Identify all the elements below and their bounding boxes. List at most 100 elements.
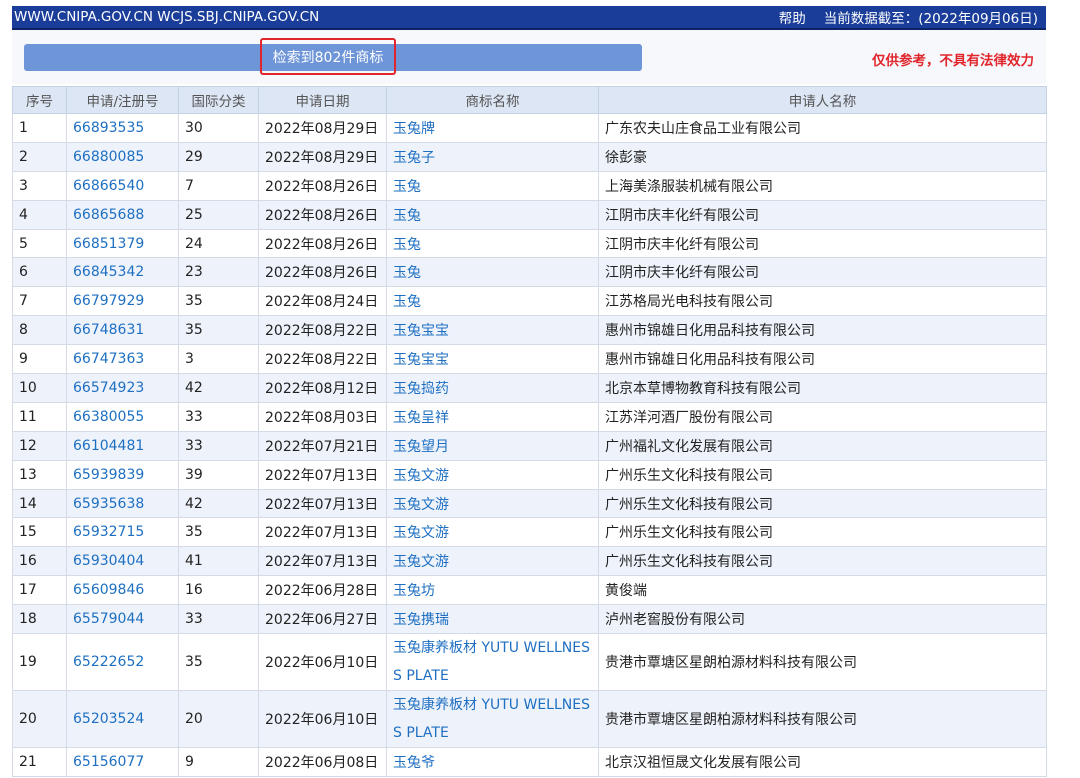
date-cell: 2022年08月29日 xyxy=(258,141,387,172)
mark-name-link[interactable]: 玉兔文游 xyxy=(386,517,599,548)
applicant-cell: 广州乐生文化科技有限公司 xyxy=(598,517,1047,548)
class-cell: 33 xyxy=(178,430,259,461)
reg-number-link[interactable]: 66797929 xyxy=(66,286,179,317)
date-cell: 2022年07月13日 xyxy=(258,517,387,548)
reg-number-link[interactable]: 65932715 xyxy=(66,517,179,548)
reg-number-link[interactable]: 66880085 xyxy=(66,141,179,172)
column-header-date[interactable]: 申请日期 xyxy=(258,86,387,114)
mark-name-link[interactable]: 玉兔宝宝 xyxy=(386,344,599,375)
table-row: 16 65930404 41 2022年07月13日 玉兔文游 广州乐生文化科技有限公司 xyxy=(12,546,1047,577)
reg-number-link[interactable]: 66747363 xyxy=(66,344,179,375)
mark-name-link[interactable]: 玉兔爷 xyxy=(386,747,599,777)
applicant-cell: 江阴市庆丰化纤有限公司 xyxy=(598,199,1047,230)
applicant-cell: 惠州市锦雄日化用品科技有限公司 xyxy=(598,315,1047,346)
mark-name-link[interactable]: 玉兔 xyxy=(386,199,599,230)
class-cell: 30 xyxy=(178,113,259,143)
table-row: 14 65935638 42 2022年07月13日 玉兔文游 广州乐生文化科技有限公司 xyxy=(12,488,1047,519)
date-cell: 2022年08月26日 xyxy=(258,257,387,288)
trademark-results-table: 序号 申请/注册号 国际分类 申请日期 商标名称 申请人名称 1 66893535… xyxy=(12,86,1047,777)
class-cell: 7 xyxy=(178,170,259,201)
date-cell: 2022年06月10日 xyxy=(258,633,387,692)
reg-number-link[interactable]: 65935638 xyxy=(66,488,179,519)
reg-number-link[interactable]: 66865688 xyxy=(66,199,179,230)
mark-name-link[interactable]: 玉兔 xyxy=(386,257,599,288)
mark-name-link[interactable]: 玉兔坊 xyxy=(386,575,599,606)
row-index: 2 xyxy=(12,141,67,172)
class-cell: 35 xyxy=(178,286,259,317)
reg-number-link[interactable]: 65579044 xyxy=(66,604,179,635)
reg-number-link[interactable]: 66748631 xyxy=(66,315,179,346)
column-header-index[interactable]: 序号 xyxy=(12,86,67,114)
applicant-cell: 江阴市庆丰化纤有限公司 xyxy=(598,228,1047,259)
mark-name-link[interactable]: 玉兔子 xyxy=(386,141,599,172)
reg-number-link[interactable]: 66851379 xyxy=(66,228,179,259)
mark-name-link[interactable]: 玉兔文游 xyxy=(386,488,599,519)
table-row: 6 66845342 23 2022年08月26日 玉兔 江阴市庆丰化纤有限公司 xyxy=(12,257,1047,288)
table-row: 8 66748631 35 2022年08月22日 玉兔宝宝 惠州市锦雄日化用品科技有限公… xyxy=(12,315,1047,346)
class-cell: 33 xyxy=(178,604,259,635)
column-header-class[interactable]: 国际分类 xyxy=(178,86,259,114)
class-cell: 42 xyxy=(178,488,259,519)
applicant-cell: 广州福礼文化发展有限公司 xyxy=(598,430,1047,461)
reg-number-link[interactable]: 66845342 xyxy=(66,257,179,288)
date-cell: 2022年08月26日 xyxy=(258,228,387,259)
mark-name-link[interactable]: 玉兔宝宝 xyxy=(386,315,599,346)
class-cell: 25 xyxy=(178,199,259,230)
reg-number-link[interactable]: 65203524 xyxy=(66,690,179,749)
column-header-reg-no[interactable]: 申请/注册号 xyxy=(66,86,179,114)
date-cell: 2022年08月24日 xyxy=(258,286,387,317)
table-row: 5 66851379 24 2022年08月26日 玉兔 江阴市庆丰化纤有限公司 xyxy=(12,228,1047,259)
reg-number-link[interactable]: 65609846 xyxy=(66,575,179,606)
mark-name-link[interactable]: 玉兔 xyxy=(386,228,599,259)
reg-number-link[interactable]: 65156077 xyxy=(66,747,179,777)
mark-name-link[interactable]: 玉兔携瑞 xyxy=(386,604,599,635)
mark-name-link[interactable]: 玉兔望月 xyxy=(386,430,599,461)
date-cell: 2022年08月29日 xyxy=(258,113,387,143)
table-row: 12 66104481 33 2022年07月21日 玉兔望月 广州福礼文化发展有限公司 xyxy=(12,430,1047,461)
reg-number-link[interactable]: 65930404 xyxy=(66,546,179,577)
reg-number-link[interactable]: 66866540 xyxy=(66,170,179,201)
column-header-applicant[interactable]: 申请人名称 xyxy=(598,86,1047,114)
table-header-row: 序号 申请/注册号 国际分类 申请日期 商标名称 申请人名称 xyxy=(12,86,1047,114)
mark-name-link[interactable]: 玉兔文游 xyxy=(386,546,599,577)
row-index: 1 xyxy=(12,113,67,143)
reg-number-link[interactable]: 65939839 xyxy=(66,459,179,490)
class-cell: 3 xyxy=(178,344,259,375)
top-bar: WWW.CNIPA.GOV.CN WCJS.SBJ.CNIPA.GOV.CN 帮… xyxy=(12,6,1046,30)
table-row: 10 66574923 42 2022年08月12日 玉兔捣药 北京本草博物教育科技有限公… xyxy=(12,373,1047,403)
mark-name-link[interactable]: 玉兔捣药 xyxy=(386,373,599,403)
reg-number-link[interactable]: 65222652 xyxy=(66,633,179,692)
mark-name-link[interactable]: 玉兔康养板材 YUTU WELLNESS PLATE xyxy=(386,690,599,749)
mark-name-link[interactable]: 玉兔 xyxy=(386,286,599,317)
reg-number-link[interactable]: 66104481 xyxy=(66,430,179,461)
mark-name-link[interactable]: 玉兔呈祥 xyxy=(386,401,599,432)
reg-number-link[interactable]: 66574923 xyxy=(66,373,179,403)
row-index: 7 xyxy=(12,286,67,317)
mark-name-link[interactable]: 玉兔 xyxy=(386,170,599,201)
applicant-cell: 江阴市庆丰化纤有限公司 xyxy=(598,257,1047,288)
row-index: 6 xyxy=(12,257,67,288)
help-link[interactable]: 帮助 xyxy=(779,7,806,27)
column-header-mark-name[interactable]: 商标名称 xyxy=(386,86,599,114)
mark-name-link[interactable]: 玉兔康养板材 YUTU WELLNESS PLATE xyxy=(386,633,599,692)
applicant-cell: 北京汉祖恒晟文化发展有限公司 xyxy=(598,747,1047,777)
date-cell: 2022年08月22日 xyxy=(258,344,387,375)
applicant-cell: 广州乐生文化科技有限公司 xyxy=(598,459,1047,490)
applicant-cell: 广州乐生文化科技有限公司 xyxy=(598,488,1047,519)
table-row: 20 65203524 20 2022年06月10日 玉兔康养板材 YUTU WELLN… xyxy=(12,690,1047,749)
applicant-cell: 北京本草博物教育科技有限公司 xyxy=(598,373,1047,403)
date-cell: 2022年07月13日 xyxy=(258,488,387,519)
result-count-label: 检索到802件商标 xyxy=(260,38,396,75)
table-row: 9 66747363 3 2022年08月22日 玉兔宝宝 惠州市锦雄日化用品科技有限公司 xyxy=(12,344,1047,375)
reg-number-link[interactable]: 66893535 xyxy=(66,113,179,143)
table-row: 17 65609846 16 2022年06月28日 玉兔坊 黄俊端 xyxy=(12,575,1047,606)
class-cell: 35 xyxy=(178,517,259,548)
reg-number-link[interactable]: 66380055 xyxy=(66,401,179,432)
date-cell: 2022年06月27日 xyxy=(258,604,387,635)
table-row: 13 65939839 39 2022年07月13日 玉兔文游 广州乐生文化科技有限公司 xyxy=(12,459,1047,490)
date-cell: 2022年06月08日 xyxy=(258,747,387,777)
mark-name-link[interactable]: 玉兔牌 xyxy=(386,113,599,143)
table-row: 11 66380055 33 2022年08月03日 玉兔呈祥 江苏洋河酒厂股份有限公司 xyxy=(12,401,1047,432)
mark-name-link[interactable]: 玉兔文游 xyxy=(386,459,599,490)
row-index: 14 xyxy=(12,488,67,519)
